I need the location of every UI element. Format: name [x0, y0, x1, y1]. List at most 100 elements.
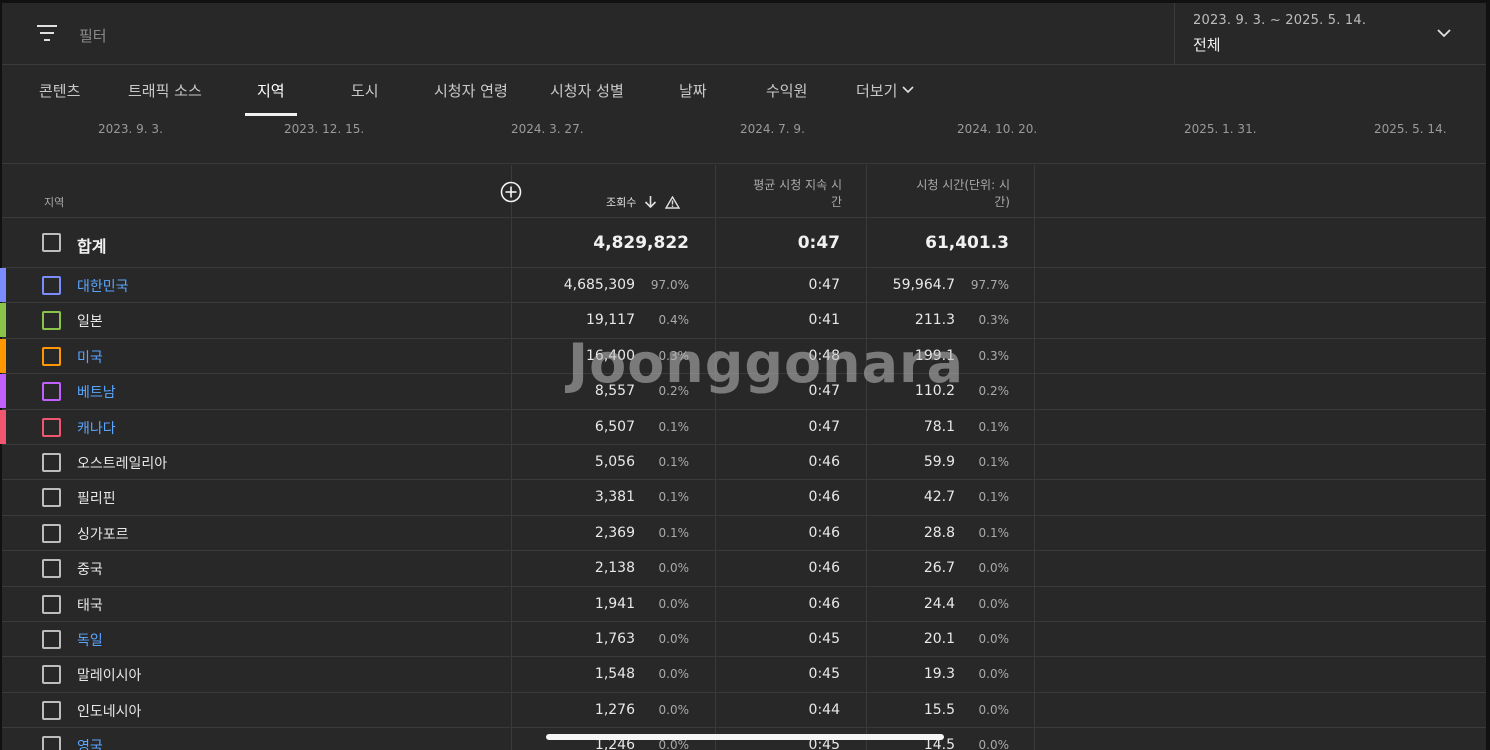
region-name[interactable]: 미국 [77, 347, 103, 367]
row-checkbox[interactable] [42, 452, 61, 472]
row-checkbox[interactable] [42, 382, 61, 402]
avg-duration-value: 0:46 [808, 453, 840, 470]
header-views[interactable]: 조회수 [606, 194, 681, 210]
table-row[interactable]: 중국 2,138 0.0% 0:46 26.7 0.0% [2, 551, 1486, 587]
tab-more[interactable]: 더보기 [856, 80, 915, 101]
total-avg-duration: 0:47 [797, 233, 840, 253]
region-name: 중국 [77, 562, 103, 579]
views-percent: 0.1% [658, 419, 690, 434]
table-row[interactable]: 베트남 8,557 0.2% 0:47 110.2 0.2% [0, 374, 1486, 410]
views-percent: 0.1% [658, 454, 690, 469]
tab-viewer-gender[interactable]: 시청자 성별 [550, 80, 624, 101]
tab-content[interactable]: 콘텐츠 [39, 80, 80, 101]
watch-time-percent: 0.0% [978, 738, 1010, 750]
table-row[interactable]: 미국 16,400 0.3% 0:48 199.1 0.3% [0, 338, 1486, 375]
avg-duration-value: 0:46 [808, 524, 840, 541]
table-row[interactable]: 싱가포르 2,369 0.1% 0:46 28.8 0.1% [2, 516, 1486, 552]
region-table: 지역 조회수 평균 시청 지속 시 간 시청 시간(단위: 시 간) 합계 4,… [0, 165, 1486, 750]
watch-time-percent: 0.2% [978, 384, 1010, 399]
views-value: 3,381 [594, 489, 635, 506]
table-row[interactable]: 말레이시아 1,548 0.0% 0:45 19.3 0.0% [2, 657, 1486, 693]
watch-time-percent: 0.1% [978, 419, 1010, 434]
date-range-picker[interactable]: 2023. 9. 3. ~ 2025. 5. 14. 전체 [1174, 3, 1486, 65]
warning-triangle-icon[interactable] [665, 195, 681, 209]
watch-time-percent: 0.1% [978, 525, 1010, 540]
row-checkbox[interactable] [42, 311, 61, 331]
views-percent: 0.2% [658, 384, 690, 399]
scroll-indicator[interactable] [546, 734, 944, 740]
region-name[interactable]: 독일 [77, 630, 103, 650]
chevron-down-icon [902, 86, 914, 94]
table-row[interactable]: 인도네시아 1,276 0.0% 0:44 15.5 0.0% [2, 693, 1486, 729]
table-row[interactable]: 대한민국 4,685,309 97.0% 0:47 59,964.7 97.7% [0, 268, 1486, 304]
avg-duration-value: 0:45 [808, 666, 840, 683]
row-checkbox[interactable] [42, 736, 61, 750]
watch-time-percent: 0.1% [978, 454, 1010, 469]
region-name: 오스트레일리아 [77, 455, 168, 472]
watch-time-value: 59,964.7 [892, 277, 955, 293]
region-name: 필리핀 [77, 491, 116, 508]
row-checkbox[interactable] [42, 700, 61, 720]
row-checkbox[interactable] [42, 594, 61, 614]
tab-revenue-source[interactable]: 수익원 [766, 80, 807, 101]
tab-date[interactable]: 날짜 [679, 80, 707, 101]
timeline-date: 2023. 12. 15. [284, 122, 365, 136]
region-name[interactable]: 캐나다 [77, 418, 116, 438]
header-watch-time[interactable]: 시청 시간(단위: 시 간) [882, 177, 1010, 211]
views-percent: 0.0% [658, 596, 690, 611]
watch-time-value: 59.9 [923, 453, 955, 470]
avg-duration-value: 0:45 [808, 630, 840, 647]
views-percent: 0.0% [658, 561, 690, 576]
views-value: 19,117 [586, 312, 635, 329]
region-name: 태국 [77, 597, 103, 614]
row-checkbox[interactable] [42, 665, 61, 685]
region-name: 일본 [77, 314, 103, 331]
row-checkbox[interactable] [42, 629, 61, 649]
row-checkbox[interactable] [42, 346, 61, 366]
table-row[interactable]: 태국 1,941 0.0% 0:46 24.4 0.0% [2, 587, 1486, 622]
views-value: 4,685,309 [563, 277, 635, 293]
watch-time-percent: 0.1% [978, 490, 1010, 505]
total-checkbox[interactable] [42, 233, 61, 252]
avg-duration-value: 0:44 [808, 701, 840, 718]
filter-bar: 필터 2023. 9. 3. ~ 2025. 5. 14. 전체 [2, 3, 1486, 65]
region-name[interactable]: 대한민국 [77, 276, 129, 296]
header-views-label: 조회수 [606, 196, 637, 209]
chevron-down-icon[interactable] [1436, 25, 1452, 41]
region-name: 싱가포르 [77, 526, 129, 543]
tab-city[interactable]: 도시 [351, 80, 379, 101]
header-avg-view-duration[interactable]: 평균 시청 지속 시 간 [732, 177, 842, 211]
timeline-date: 2024. 7. 9. [740, 122, 805, 136]
table-row[interactable]: 캐나다 6,507 0.1% 0:47 78.1 0.1% [0, 409, 1486, 445]
add-circle-icon[interactable] [500, 181, 522, 203]
views-percent: 0.4% [658, 313, 690, 328]
watch-time-percent: 0.0% [978, 702, 1010, 717]
row-checkbox[interactable] [42, 417, 61, 437]
views-value: 2,369 [594, 524, 635, 541]
watch-time-value: 20.1 [923, 630, 955, 647]
row-checkbox[interactable] [42, 523, 61, 543]
watch-time-value: 78.1 [923, 418, 955, 435]
avg-duration-value: 0:48 [808, 347, 840, 364]
tab-traffic-source[interactable]: 트래픽 소스 [128, 80, 202, 101]
series-color-bar [0, 303, 6, 338]
row-checkbox[interactable] [42, 276, 61, 295]
table-row[interactable]: 독일 1,763 0.0% 0:45 20.1 0.0% [2, 622, 1486, 658]
watch-time-percent: 0.3% [978, 348, 1010, 363]
total-watch-time: 61,401.3 [925, 233, 1009, 253]
table-row[interactable]: 오스트레일리아 5,056 0.1% 0:46 59.9 0.1% [2, 445, 1486, 481]
row-checkbox[interactable] [42, 559, 61, 579]
tab-region[interactable]: 지역 [257, 80, 285, 101]
filter-lines-icon[interactable] [36, 23, 62, 43]
filter-input[interactable]: 필터 [79, 25, 107, 46]
region-name[interactable]: 영국 [77, 736, 103, 750]
header-region[interactable]: 지역 [44, 194, 64, 210]
tab-viewer-age[interactable]: 시청자 연령 [434, 80, 508, 101]
views-value: 1,548 [594, 666, 635, 683]
views-percent: 0.1% [658, 525, 690, 540]
region-name[interactable]: 베트남 [77, 382, 116, 402]
table-row[interactable]: 필리핀 3,381 0.1% 0:46 42.7 0.1% [2, 480, 1486, 516]
row-checkbox[interactable] [42, 488, 61, 508]
table-row[interactable]: 일본 19,117 0.4% 0:41 211.3 0.3% [0, 303, 1486, 339]
watch-time-percent: 0.0% [978, 561, 1010, 576]
